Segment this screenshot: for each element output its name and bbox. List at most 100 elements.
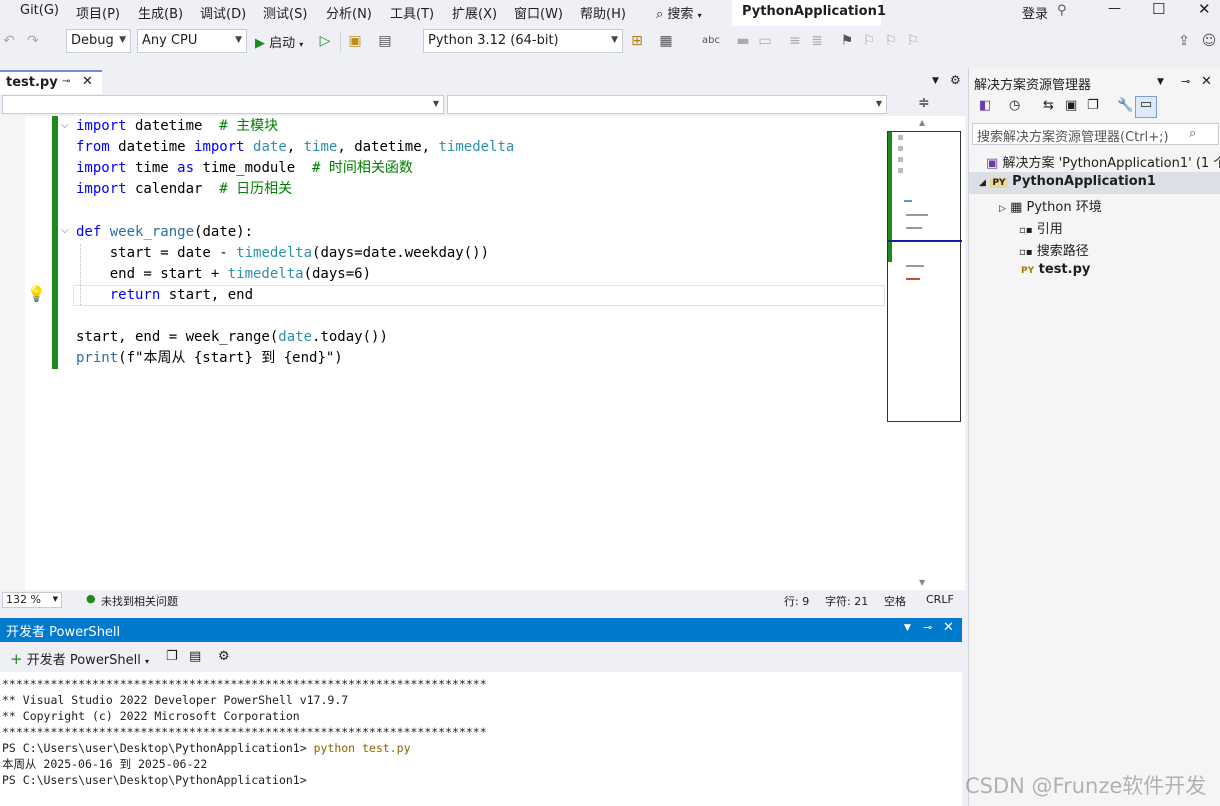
change-indicator: [52, 116, 58, 369]
new-terminal-button[interactable]: + 开发者 PowerShell ▾: [10, 649, 149, 668]
paste-icon[interactable]: ▤: [189, 649, 201, 664]
tree-project[interactable]: ◢ PY PythonApplication1: [969, 172, 1220, 194]
layout-icon[interactable]: ▦: [657, 32, 675, 50]
close-panel-icon[interactable]: ✕: [943, 620, 954, 635]
start-without-debug-icon[interactable]: ▷: [316, 32, 334, 50]
code-line-4: import calendar # 日历相关: [76, 179, 292, 200]
close-window-button[interactable]: ✕: [1198, 0, 1211, 18]
code-line-8: end = start + timedelta(days=6): [76, 264, 371, 285]
window-icon[interactable]: ▤: [376, 32, 394, 50]
zoom-select[interactable]: 132 % ▼: [2, 592, 62, 608]
menu-window[interactable]: 窗口(W): [514, 3, 563, 22]
redo-icon[interactable]: ↷: [24, 32, 42, 50]
scroll-down-icon[interactable]: ▼: [919, 578, 925, 587]
menu-test[interactable]: 测试(S): [263, 3, 307, 22]
bookmark-icon[interactable]: ⚑: [838, 32, 856, 50]
sync-icon[interactable]: ⇆: [1043, 98, 1054, 113]
settings-icon[interactable]: ⚙: [950, 73, 961, 87]
menu-help[interactable]: 帮助(H): [580, 3, 626, 22]
python-project-icon: PY: [990, 178, 1008, 188]
line-indicator[interactable]: 行: 9: [784, 593, 809, 609]
spellcheck-icon[interactable]: abc: [702, 32, 720, 50]
fold-icon[interactable]: ⌵: [61, 121, 72, 132]
tree-label: test.py: [1038, 262, 1091, 277]
undo-icon[interactable]: ↶: [0, 32, 18, 50]
tree-python-env[interactable]: ▷ ▦ Python 环境: [969, 194, 1220, 216]
comment-icon[interactable]: ▬: [734, 32, 752, 50]
token: start, end: [160, 287, 254, 303]
platform-value: Any CPU: [142, 33, 198, 48]
uncomment-icon[interactable]: ▭: [756, 32, 774, 50]
code-editor[interactable]: 💡 ⌵ ⌵ import datetime # 主模块 from datetim…: [0, 116, 887, 590]
terminal-line: ** Copyright (c) 2022 Microsoft Corporat…: [2, 709, 300, 723]
config-select[interactable]: Debug ▼: [66, 29, 131, 53]
clear-bookmark-icon[interactable]: ⚐: [904, 32, 922, 50]
login-button[interactable]: 登录: [1022, 3, 1048, 22]
menu-extensions[interactable]: 扩展(X): [452, 3, 497, 22]
terminal-output[interactable]: ****************************************…: [0, 672, 962, 806]
menu-git[interactable]: Git(G): [20, 3, 59, 18]
close-panel-icon[interactable]: ✕: [1201, 74, 1212, 89]
lightbulb-icon[interactable]: 💡: [27, 285, 46, 303]
show-all-icon[interactable]: ❐: [1087, 98, 1099, 113]
pin-icon[interactable]: ⊸: [62, 76, 70, 87]
platform-select[interactable]: Any CPU ▼: [137, 29, 247, 53]
gear-icon[interactable]: ⚙: [218, 649, 230, 664]
panel-menu-icon[interactable]: ▼: [904, 623, 911, 633]
outdent-icon[interactable]: ≣: [808, 32, 826, 50]
menu-tools[interactable]: 工具(T): [390, 3, 434, 22]
menu-project[interactable]: 项目(P): [76, 3, 120, 22]
scope-select[interactable]: ▼: [2, 95, 444, 114]
token: calendar: [126, 181, 220, 197]
pin-icon[interactable]: ⊸: [1181, 75, 1190, 88]
issues-status[interactable]: 未找到相关问题: [101, 593, 178, 609]
token: timedelta: [236, 245, 313, 261]
minimap[interactable]: ▲ ▼: [887, 116, 965, 590]
history-icon[interactable]: ◷: [1009, 98, 1020, 113]
account-icon[interactable]: ⚲: [1057, 3, 1067, 18]
preview-icon[interactable]: ▭: [1135, 96, 1157, 118]
package-icon[interactable]: ⊞: [628, 32, 646, 50]
prev-bookmark-icon[interactable]: ⚐: [860, 32, 878, 50]
feedback-icon[interactable]: ☺: [1200, 32, 1218, 50]
start-button[interactable]: ▶ 启动 ▾: [255, 32, 303, 51]
tree-search-paths[interactable]: ▫▪ 搜索路径: [969, 238, 1220, 260]
code-line-2: from datetime import date, time, datetim…: [76, 137, 514, 158]
split-icon[interactable]: ≑: [918, 95, 930, 111]
tab-overflow-icon[interactable]: ▼: [932, 76, 939, 86]
terminal-line: PS C:\Users\user\Desktop\PythonApplicati…: [2, 773, 307, 787]
pin-icon[interactable]: ⊸: [923, 621, 932, 634]
char-indicator[interactable]: 字符: 21: [825, 593, 868, 609]
minimize-button[interactable]: —: [1108, 1, 1121, 16]
prompt: PS C:\Users\user\Desktop\PythonApplicati…: [2, 741, 314, 755]
indent-icon[interactable]: ≡: [786, 32, 804, 50]
maximize-button[interactable]: ☐: [1152, 0, 1165, 18]
panel-menu-icon[interactable]: ▼: [1157, 77, 1164, 87]
menu-analyze[interactable]: 分析(N): [326, 3, 372, 22]
tree-test-py[interactable]: PY test.py: [969, 260, 1220, 282]
folder-icon[interactable]: ▣: [346, 32, 364, 50]
whitespace-indicator[interactable]: 空格: [884, 593, 906, 609]
vs-icon[interactable]: ◧: [979, 98, 991, 113]
wrench-icon[interactable]: 🔧: [1117, 98, 1133, 113]
search-button[interactable]: ⌕ 搜索 ▾: [656, 3, 702, 22]
scroll-up-icon[interactable]: ▲: [919, 118, 925, 127]
tab-test-py[interactable]: test.py ⊸ ✕: [0, 70, 102, 94]
tree-solution[interactable]: ▣ 解决方案 'PythonApplication1' (1 个: [969, 150, 1220, 172]
menu-build[interactable]: 生成(B): [138, 3, 183, 22]
solution-search-input[interactable]: 搜索解决方案资源管理器(Ctrl+;) ⌕: [972, 123, 1219, 145]
minimap-viewport[interactable]: [887, 131, 962, 422]
token: time_module: [194, 160, 313, 176]
collapse-icon[interactable]: ▣: [1065, 98, 1077, 113]
fold-icon[interactable]: ⌵: [61, 226, 72, 237]
close-tab-icon[interactable]: ✕: [82, 74, 93, 89]
copy-icon[interactable]: ❐: [166, 649, 178, 664]
share-icon[interactable]: ⇪: [1175, 32, 1193, 50]
tree-label: 引用: [1036, 222, 1063, 237]
next-bookmark-icon[interactable]: ⚐: [882, 32, 900, 50]
line-ending-indicator[interactable]: CRLF: [926, 593, 954, 606]
interpreter-select[interactable]: Python 3.12 (64-bit) ▼: [423, 29, 623, 53]
menu-debug[interactable]: 调试(D): [200, 3, 246, 22]
tree-references[interactable]: ▫▪ 引用: [969, 216, 1220, 238]
member-select[interactable]: ▼: [447, 95, 887, 114]
